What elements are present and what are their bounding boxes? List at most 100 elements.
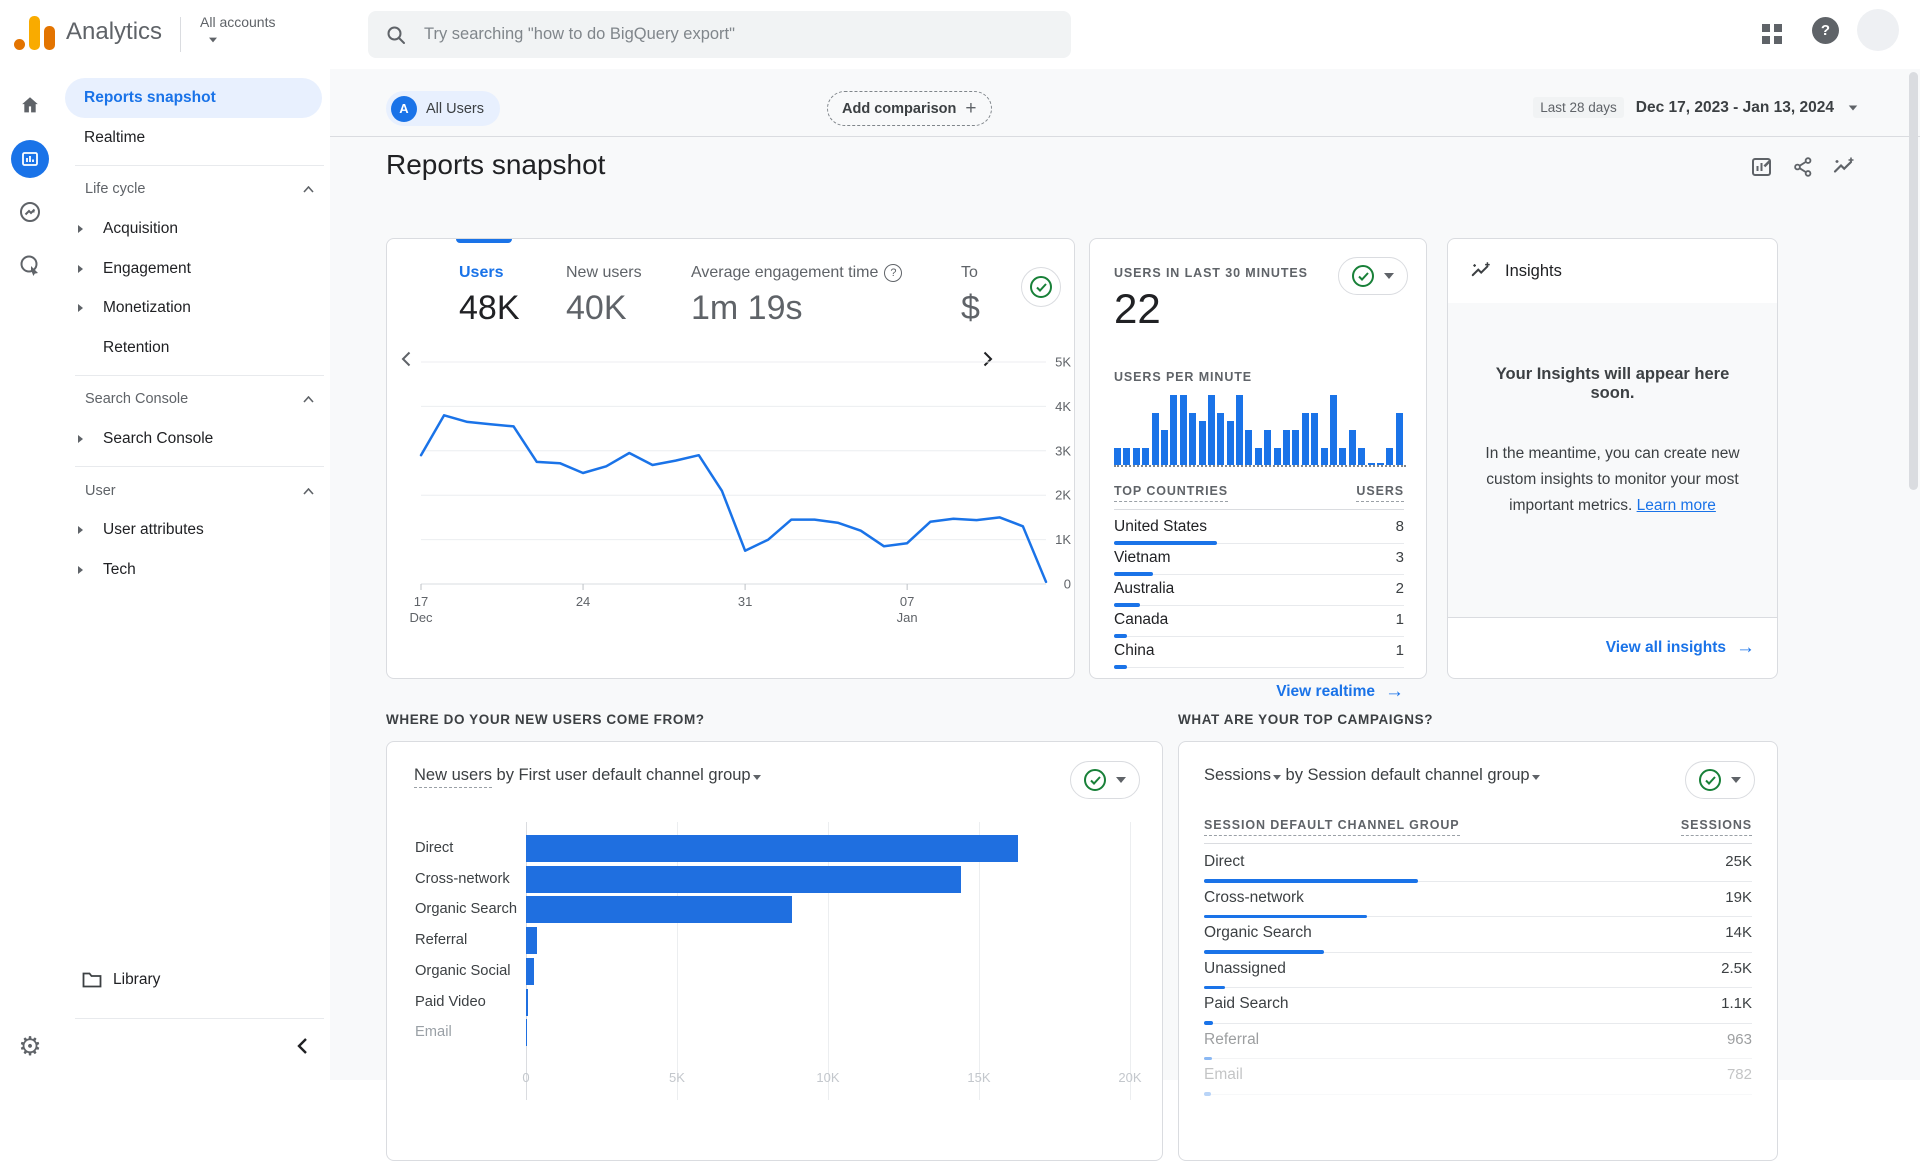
search-input[interactable] (422, 24, 1053, 45)
sidebar-section-search-console[interactable]: Search Console (85, 389, 314, 409)
sessions-value: 2.5K (1721, 960, 1752, 988)
metric-avg-engagement-time[interactable]: Average engagement time ? 1m 19s (691, 264, 902, 328)
google-apps-icon[interactable] (1762, 24, 1782, 44)
users-per-minute-bar (1161, 430, 1168, 465)
campaigns-card-title: Sessions by Session default channel grou… (1204, 766, 1540, 785)
sidebar-item-reports-snapshot[interactable]: Reports snapshot (65, 78, 322, 118)
date-range-selector[interactable]: Last 28 days Dec 17, 2023 - Jan 13, 2024 (1533, 97, 1858, 118)
svg-text:4K: 4K (1055, 399, 1071, 414)
chevron-down-icon[interactable] (1273, 775, 1281, 780)
sidebar-item-search-console[interactable]: Search Console (61, 419, 330, 459)
help-icon[interactable]: ? (1812, 17, 1839, 44)
users-per-minute-bar (1133, 448, 1140, 466)
check-circle-icon (1699, 769, 1721, 791)
sidebar-item-realtime[interactable]: Realtime (61, 118, 330, 158)
chevron-down-icon (1849, 105, 1858, 110)
channel-group-column-header[interactable]: SESSION DEFAULT CHANNEL GROUP (1204, 818, 1460, 836)
avatar[interactable] (1857, 9, 1899, 51)
all-users-comparison-chip[interactable]: A All Users (386, 91, 500, 126)
channel-label: Referral (415, 932, 467, 948)
users-per-minute-bar (1208, 395, 1215, 465)
explore-icon[interactable] (11, 193, 49, 231)
users-column-header[interactable]: USERS (1356, 484, 1404, 502)
metric-selector[interactable]: New users (414, 766, 492, 788)
sidebar-item-tech[interactable]: Tech (61, 550, 330, 590)
sessions-value: 963 (1727, 1031, 1752, 1059)
view-all-insights-link[interactable]: View all insights (1606, 639, 1726, 657)
session-row: Organic Search14K (1204, 917, 1752, 953)
channel-name: Direct (1204, 853, 1244, 881)
data-quality-badge[interactable] (1021, 267, 1061, 307)
sidebar-section-user[interactable]: User (85, 481, 314, 501)
x-axis-tick-label: 20K (1100, 1070, 1160, 1085)
admin-gear-icon[interactable]: ⚙ (11, 1027, 49, 1065)
new-users-section-heading: WHERE DO YOUR NEW USERS COME FROM? (386, 712, 705, 727)
reports-icon[interactable] (11, 140, 49, 178)
svg-text:17: 17 (414, 594, 428, 609)
top-bar: Analytics All accounts ? (0, 0, 1920, 69)
chevron-down-icon[interactable] (1532, 775, 1540, 780)
users-per-minute-bar (1245, 430, 1252, 465)
users-per-minute-bar (1311, 413, 1318, 466)
advertising-icon[interactable] (11, 246, 49, 284)
metric-selector[interactable]: Sessions (1204, 766, 1271, 784)
search-icon (386, 25, 406, 45)
top-countries-column-header[interactable]: TOP COUNTRIES (1114, 484, 1228, 502)
google-analytics-logo[interactable] (14, 16, 54, 52)
customize-report-icon[interactable] (1750, 155, 1774, 179)
help-tooltip-icon[interactable]: ? (884, 264, 902, 282)
channel-bar (526, 866, 961, 893)
sessions-column-header[interactable]: SESSIONS (1681, 818, 1752, 836)
sidebar-section-lifecycle[interactable]: Life cycle (85, 179, 314, 199)
search-bar[interactable] (368, 11, 1071, 58)
country-name: Vietnam (1114, 549, 1171, 574)
folder-icon (82, 972, 102, 988)
country-users: 8 (1396, 518, 1404, 543)
metric-total-revenue-partial[interactable]: To $ (961, 264, 980, 328)
sessions-table-header: SESSION DEFAULT CHANNEL GROUP SESSIONS (1204, 818, 1752, 844)
insights-title: Insights (1505, 262, 1562, 281)
sidebar-item-acquisition[interactable]: Acquisition (61, 209, 330, 249)
view-realtime-link[interactable]: View realtime→ (1276, 681, 1404, 703)
sidebar-item-user-attributes[interactable]: User attributes (61, 510, 330, 550)
users-per-minute-bar (1377, 463, 1384, 465)
svg-text:5K: 5K (1055, 355, 1071, 370)
comparison-badge: A (391, 96, 417, 122)
sessions-bar (1204, 1092, 1211, 1096)
learn-more-link[interactable]: Learn more (1637, 497, 1716, 514)
arrow-right-icon: → (1385, 681, 1404, 703)
add-comparison-button[interactable]: Add comparison + (827, 91, 992, 126)
sidebar-item-monetization[interactable]: Monetization (61, 288, 330, 328)
sessions-value: 19K (1725, 889, 1752, 917)
channel-bar (526, 927, 537, 954)
collapse-sidebar-icon[interactable] (296, 1037, 308, 1055)
session-row: Email782 (1204, 1059, 1752, 1095)
country-users: 1 (1396, 642, 1404, 667)
data-quality-pill[interactable] (1685, 761, 1755, 799)
session-row: Paid Search1.1K (1204, 988, 1752, 1024)
metric-users[interactable]: Users 48K (459, 264, 520, 328)
account-switcher-label: All accounts (200, 14, 275, 30)
top-countries-header: TOP COUNTRIES USERS (1114, 484, 1404, 510)
sidebar-item-engagement[interactable]: Engagement (61, 249, 330, 289)
sidebar-item-library[interactable]: Library (61, 960, 330, 1000)
scrollbar-thumb[interactable] (1909, 72, 1918, 490)
channel-bar (526, 1019, 527, 1046)
users-per-minute-chart (1114, 391, 1406, 467)
data-quality-pill[interactable] (1338, 257, 1408, 295)
data-quality-pill[interactable] (1070, 761, 1140, 799)
chevron-down-icon[interactable] (753, 775, 761, 780)
metric-new-users[interactable]: New users 40K (566, 264, 642, 328)
account-switcher[interactable]: All accounts (200, 14, 275, 43)
session-row: Direct25K (1204, 846, 1752, 882)
home-icon[interactable] (11, 86, 49, 124)
share-icon[interactable] (1791, 155, 1815, 179)
insights-icon[interactable] (1832, 155, 1856, 179)
country-bar (1114, 665, 1127, 669)
reports-sidebar: Reports snapshot Realtime Life cycle Acq… (61, 69, 330, 1080)
sidebar-item-retention[interactable]: Retention (61, 328, 330, 368)
channel-bar (526, 835, 1018, 862)
logo-dot (14, 39, 25, 50)
campaigns-table-card: Sessions by Session default channel grou… (1178, 741, 1778, 1161)
date-preset: Last 28 days (1533, 97, 1624, 118)
